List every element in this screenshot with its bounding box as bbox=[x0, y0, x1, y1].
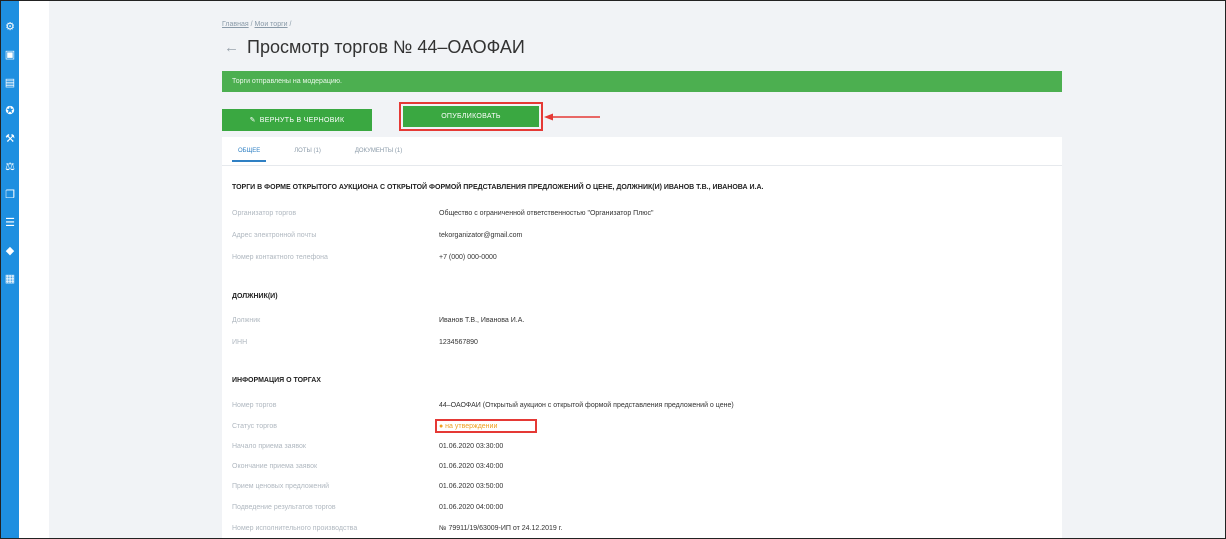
sidebar: ⚙ ▣ ▤ ✪ ⚒ ⚖ ❐ ☰ ◆ ▦ bbox=[1, 1, 19, 538]
apps-end-value: 01.06.2020 03:40:00 bbox=[439, 463, 504, 470]
hammer-icon[interactable]: ⚖ bbox=[4, 161, 16, 173]
image-icon[interactable]: ▣ bbox=[4, 49, 16, 61]
tab-documents[interactable]: ДОКУМЕНТЫ (1) bbox=[349, 144, 408, 162]
tab-lots[interactable]: ЛОТЫ (1) bbox=[288, 144, 327, 162]
red-arrow-icon bbox=[544, 113, 600, 121]
bids-value: 01.06.2020 03:50:00 bbox=[439, 483, 504, 490]
apps-start-value: 01.06.2020 03:30:00 bbox=[439, 443, 504, 450]
inn-value: 1234567890 bbox=[439, 339, 478, 346]
return-to-draft-label: ВЕРНУТЬ В ЧЕРНОВИК bbox=[259, 116, 345, 124]
debtors-heading: ДОЛЖНИК(И) bbox=[232, 293, 278, 300]
gear-icon[interactable]: ⚙ bbox=[4, 21, 16, 33]
report-icon[interactable]: ▦ bbox=[4, 273, 16, 285]
pencil-icon: ✎ bbox=[249, 117, 256, 124]
file-icon[interactable]: ❐ bbox=[4, 189, 16, 201]
results-value: 01.06.2020 04:00:00 bbox=[439, 504, 504, 511]
email-row: Адрес электронной почты tekorganizator@g… bbox=[232, 232, 1052, 246]
email-value: tekorganizator@gmail.com bbox=[439, 232, 523, 239]
publish-label: ОПУБЛИКОВАТЬ bbox=[441, 113, 501, 120]
enforcement-row: Номер исполнительного производства № 799… bbox=[232, 525, 1052, 538]
award-icon[interactable]: ✪ bbox=[4, 105, 16, 117]
return-to-draft-button[interactable]: ✎ ВЕРНУТЬ В ЧЕРНОВИК bbox=[222, 109, 372, 131]
phone-label: Номер контактного телефона bbox=[232, 254, 328, 261]
enforcement-value: № 79911/19/63009-ИП от 24.12.2019 г. bbox=[439, 525, 563, 532]
list-icon[interactable]: ☰ bbox=[4, 217, 16, 229]
results-row: Подведение результатов торгов 01.06.2020… bbox=[232, 504, 1052, 518]
debtor-row: Должник Иванов Т.В., Иванова И.А. bbox=[232, 317, 1052, 331]
breadcrumb-separator: / bbox=[250, 21, 253, 28]
app-window: ⚙ ▣ ▤ ✪ ⚒ ⚖ ❐ ☰ ◆ ▦ Главная / Мои торги … bbox=[0, 0, 1226, 539]
tabs-divider bbox=[222, 165, 1062, 166]
auction-icon[interactable]: ⚒ bbox=[4, 133, 16, 145]
breadcrumb-home[interactable]: Главная bbox=[222, 21, 249, 28]
document-icon[interactable]: ▤ bbox=[4, 77, 16, 89]
status-row: Статус торгов ● на утверждении bbox=[232, 419, 1052, 437]
breadcrumb-separator: / bbox=[289, 21, 292, 28]
apps-end-label: Окончание приема заявок bbox=[232, 463, 318, 470]
bids-row: Прием ценовых предложений 01.06.2020 03:… bbox=[232, 483, 1052, 497]
organizer-label: Организатор торгов bbox=[232, 210, 297, 217]
status-badge: ● на утверждении bbox=[439, 423, 498, 430]
organizer-value: Общество с ограниченной ответственностью… bbox=[439, 210, 654, 217]
debtor-label: Должник bbox=[232, 317, 261, 324]
bag-icon[interactable]: ◆ bbox=[4, 245, 16, 257]
success-alert: Торги отправлены на модерацию. bbox=[222, 71, 1062, 92]
bids-label: Прием ценовых предложений bbox=[232, 483, 330, 490]
back-arrow-icon[interactable]: ← bbox=[224, 39, 239, 56]
publish-button[interactable]: ОПУБЛИКОВАТЬ bbox=[403, 106, 539, 127]
apps-start-row: Начало приема заявок 01.06.2020 03:30:00 bbox=[232, 443, 1052, 457]
inn-label: ИНН bbox=[232, 339, 248, 346]
main-content: Главная / Мои торги / ← Просмотр торгов … bbox=[212, 1, 1064, 538]
breadcrumb-my-auctions[interactable]: Мои торги bbox=[255, 21, 288, 28]
page-title: Просмотр торгов № 44–ОАОФАИ bbox=[247, 37, 525, 57]
debtor-value: Иванов Т.В., Иванова И.А. bbox=[439, 317, 525, 324]
auction-number-value: 44–ОАОФАИ (Открытый аукцион с открытой ф… bbox=[439, 402, 734, 409]
inn-row: ИНН 1234567890 bbox=[232, 339, 1052, 353]
auction-card: ОБЩЕЕ ЛОТЫ (1) ДОКУМЕНТЫ (1) ТОРГИ В ФОР… bbox=[222, 137, 1062, 538]
organizer-row: Организатор торгов Общество с ограниченн… bbox=[232, 210, 1052, 224]
phone-value: +7 (000) 000-0000 bbox=[439, 254, 497, 261]
tabs: ОБЩЕЕ ЛОТЫ (1) ДОКУМЕНТЫ (1) bbox=[232, 144, 408, 162]
phone-row: Номер контактного телефона +7 (000) 000-… bbox=[232, 254, 1052, 268]
auction-number-row: Номер торгов 44–ОАОФАИ (Открытый аукцион… bbox=[232, 402, 1052, 416]
apps-start-label: Начало приема заявок bbox=[232, 443, 306, 450]
apps-end-row: Окончание приема заявок 01.06.2020 03:40… bbox=[232, 463, 1052, 477]
breadcrumb: Главная / Мои торги / bbox=[222, 21, 291, 28]
enforcement-label: Номер исполнительного производства bbox=[232, 525, 358, 532]
gutter bbox=[19, 1, 49, 538]
auction-number-label: Номер торгов bbox=[232, 402, 277, 409]
auction-heading: ТОРГИ В ФОРМЕ ОТКРЫТОГО АУКЦИОНА С ОТКРЫ… bbox=[232, 184, 764, 191]
email-label: Адрес электронной почты bbox=[232, 232, 317, 239]
info-heading: ИНФОРМАЦИЯ О ТОРГАХ bbox=[232, 377, 321, 384]
tab-general[interactable]: ОБЩЕЕ bbox=[232, 144, 267, 162]
results-label: Подведение результатов торгов bbox=[232, 504, 336, 511]
title-row: ← Просмотр торгов № 44–ОАОФАИ bbox=[224, 37, 525, 58]
status-label: Статус торгов bbox=[232, 423, 277, 430]
